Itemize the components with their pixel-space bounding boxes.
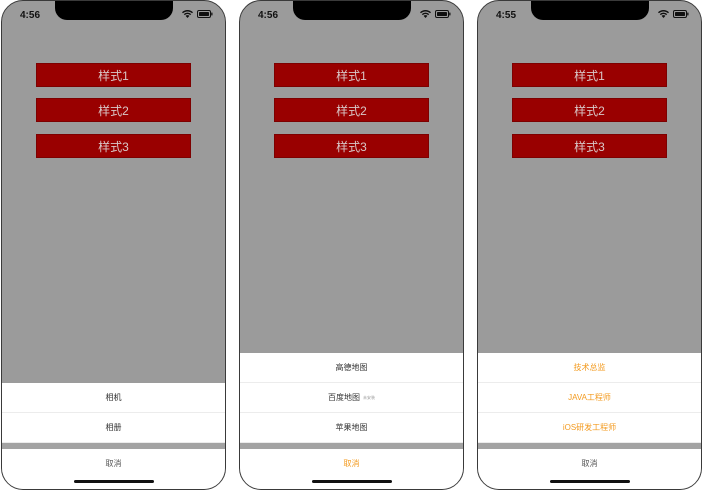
cancel-button[interactable]: 取消 bbox=[240, 449, 463, 489]
action-sheet: 相机 相册 取消 bbox=[2, 383, 225, 489]
sheet-item-baidu-map[interactable]: 百度地图 未安装 bbox=[240, 383, 463, 413]
style-1-button[interactable]: 样式1 bbox=[512, 63, 667, 87]
notch bbox=[54, 1, 173, 20]
wifi-icon bbox=[420, 10, 431, 18]
cancel-label: 取消 bbox=[105, 459, 122, 468]
sheet-item-camera[interactable]: 相机 bbox=[2, 383, 225, 413]
style-2-button[interactable]: 样式2 bbox=[512, 98, 667, 122]
phone-screen-1: 4:56 样式1 样式2 样式3 相机 相册 取消 bbox=[1, 0, 226, 490]
status-icons bbox=[420, 10, 451, 18]
battery-icon bbox=[197, 10, 213, 18]
sheet-item-tech-director[interactable]: 技术总监 bbox=[478, 353, 701, 383]
sheet-item-ios-engineer[interactable]: iOS研发工程师 bbox=[478, 413, 701, 443]
phone-screen-2: 4:56 样式1 样式2 样式3 高德地图 百度地图 未安装 苹果地图 取消 bbox=[239, 0, 464, 490]
cancel-label: 取消 bbox=[343, 459, 360, 468]
home-indicator bbox=[549, 480, 630, 483]
status-icons bbox=[658, 10, 689, 18]
cancel-button[interactable]: 取消 bbox=[2, 449, 225, 489]
style-3-button[interactable]: 样式3 bbox=[512, 134, 667, 158]
sheet-item-album[interactable]: 相册 bbox=[2, 413, 225, 443]
battery-icon bbox=[673, 10, 689, 18]
style-3-button[interactable]: 样式3 bbox=[274, 134, 429, 158]
action-sheet: 高德地图 百度地图 未安装 苹果地图 取消 bbox=[240, 353, 463, 489]
style-2-button[interactable]: 样式2 bbox=[36, 98, 191, 122]
style-1-button[interactable]: 样式1 bbox=[274, 63, 429, 87]
home-indicator bbox=[73, 480, 154, 483]
not-installed-tag: 未安装 bbox=[363, 394, 375, 400]
cancel-label: 取消 bbox=[581, 459, 598, 468]
wifi-icon bbox=[658, 10, 669, 18]
status-time: 4:56 bbox=[258, 10, 279, 21]
sheet-item-amap[interactable]: 高德地图 bbox=[240, 353, 463, 383]
status-icons bbox=[182, 10, 213, 18]
status-time: 4:56 bbox=[20, 10, 41, 21]
style-1-button[interactable]: 样式1 bbox=[36, 63, 191, 87]
battery-icon bbox=[435, 10, 451, 18]
sheet-item-apple-map[interactable]: 苹果地图 bbox=[240, 413, 463, 443]
home-indicator bbox=[311, 480, 392, 483]
action-sheet: 技术总监 JAVA工程师 iOS研发工程师 取消 bbox=[478, 353, 701, 489]
phone-screen-3: 4:55 样式1 样式2 样式3 技术总监 JAVA工程师 iOS研发工程师 取… bbox=[477, 0, 702, 490]
style-3-button[interactable]: 样式3 bbox=[36, 134, 191, 158]
style-2-button[interactable]: 样式2 bbox=[274, 98, 429, 122]
wifi-icon bbox=[182, 10, 193, 18]
notch bbox=[530, 1, 649, 20]
sheet-item-java-engineer[interactable]: JAVA工程师 bbox=[478, 383, 701, 413]
notch bbox=[292, 1, 411, 20]
sheet-item-label: 百度地图 bbox=[328, 393, 360, 402]
status-time: 4:55 bbox=[496, 10, 517, 21]
screenshot-canvas: 4:56 样式1 样式2 样式3 相机 相册 取消 4:56 样式1 样式2 样… bbox=[0, 0, 703, 490]
cancel-button[interactable]: 取消 bbox=[478, 449, 701, 489]
